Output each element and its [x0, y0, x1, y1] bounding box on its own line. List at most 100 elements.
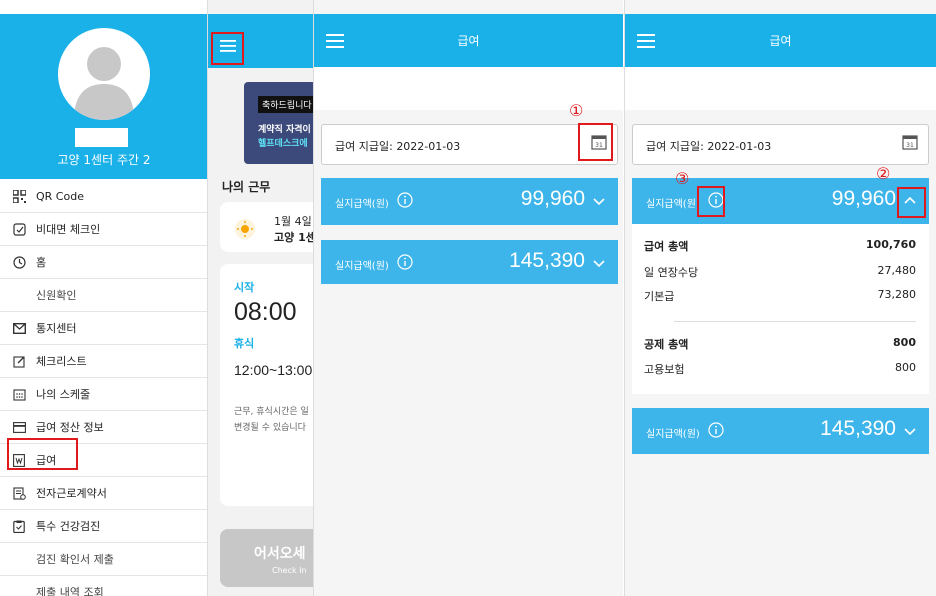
profile-header: 고양 1센터 주간 2 [0, 14, 207, 179]
pay-panel-expanded: 급여 급여 지급일: 2022-01-03 31 실지급액(원) 99,960 … [624, 0, 936, 596]
amount-label: 실지급액(원) [335, 261, 389, 272]
pay-date-value: 2022-01-03 [396, 140, 461, 153]
work-time-card: 시작 08:00 휴식 12:00~13:00 근무, 휴식시간은 일 변경될 … [220, 264, 313, 506]
overtime-value: 27,480 [877, 264, 917, 277]
work-location: 고양 1센 [274, 231, 313, 244]
break-label: 휴식 [234, 337, 255, 350]
sidebar-item-qr-code[interactable]: QR Code [0, 180, 207, 213]
insurance-row: 고용보험 800 [644, 361, 916, 377]
overtime-label: 일 연장수당 [644, 266, 699, 279]
start-time: 08:00 [234, 298, 297, 326]
sidebar-item-label: 통지센터 [36, 322, 77, 335]
gross-row: 급여 총액 100,760 [644, 238, 916, 254]
today-card[interactable]: 1월 4일 고양 1센 [220, 202, 313, 252]
sidebar-item-label: QR Code [36, 189, 84, 203]
info-icon[interactable] [397, 192, 413, 208]
sidebar-item-notifications[interactable]: 통지센터 [0, 312, 207, 345]
banner-line1: 계약직 자격이 [258, 125, 311, 135]
base-value: 73,280 [877, 288, 917, 301]
checkin-sub: Check In [272, 566, 307, 575]
sidebar-item-label: 나의 스케줄 [36, 388, 91, 401]
sidebar-item-label: 전자근로계약서 [36, 487, 107, 500]
highlight-pay-menu [7, 438, 78, 470]
sidebar-menu: QR Code 비대면 체크인 홈 신원확인 통지센터 체크리스트 나의 스케줄… [0, 180, 207, 596]
amount-bar-2[interactable]: 실지급액(원) 145,390 [321, 240, 618, 284]
page-title: 급여 [457, 34, 480, 48]
amount-label: 실지급액(원) [335, 199, 389, 210]
sidebar-item-label: 검진 확인서 제출 [36, 553, 114, 566]
sidebar-item-checklist[interactable]: 체크리스트 [0, 345, 207, 378]
sidebar-item-submit-certificate[interactable]: 검진 확인서 제출 [0, 543, 207, 576]
highlight-calendar [578, 123, 613, 161]
sidebar-item-checkin[interactable]: 비대면 체크인 [0, 213, 207, 246]
amount-value: 99,960 [831, 187, 896, 210]
sidebar-item-label: 급여 정산 정보 [36, 421, 104, 434]
banner-tag: 축하드립니다 [258, 96, 313, 113]
amount-value: 145,390 [820, 417, 896, 440]
gross-value: 100,760 [865, 238, 916, 251]
sidebar-item-submission-history[interactable]: 제출 내역 조회 [0, 576, 207, 596]
amount-bar-1[interactable]: 실지급액(원) 99,960 [321, 178, 618, 225]
highlight-chevron [897, 187, 926, 218]
base-row: 기본급 73,280 [644, 288, 916, 304]
sidebar-item-health-check[interactable]: 특수 건강검진 [0, 510, 207, 543]
promo-banner[interactable]: 축하드립니다 계약직 자격이 헬프데스크에 [244, 82, 313, 164]
start-label: 시작 [234, 281, 255, 294]
note-line2: 변경될 수 있습니다 [234, 423, 306, 433]
pay-date-value: 2022-01-03 [707, 140, 772, 153]
sidebar-item-label: 비대면 체크인 [36, 223, 101, 236]
sidebar-item-schedule[interactable]: 나의 스케줄 [0, 378, 207, 411]
work-date: 1월 4일 [274, 215, 312, 228]
user-name-redacted [75, 128, 128, 147]
marker-2: ② [876, 164, 891, 183]
amount-bar-2[interactable]: 실지급액(원) 145,390 [632, 408, 929, 454]
break-time: 12:00~13:00 [234, 362, 313, 378]
gross-label: 급여 총액 [644, 240, 689, 253]
header-spacer [625, 67, 936, 110]
svg-text:31: 31 [906, 142, 914, 149]
chevron-down-icon[interactable] [592, 256, 606, 270]
insurance-value: 800 [895, 361, 916, 374]
my-work-title: 나의 근무 [222, 180, 271, 194]
sidebar-item-label: 신원확인 [36, 289, 77, 302]
pay-date-label: 급여 지급일: 2022-01-03 [646, 140, 772, 153]
contract-icon [12, 486, 26, 500]
avatar [58, 28, 150, 120]
center-name: 고양 1센터 주간 2 [57, 153, 151, 167]
sun-icon [235, 219, 255, 239]
home-panel: 축하드립니다 계약직 자격이 헬프데스크에 나의 근무 1월 4일 고양 1센 … [208, 0, 313, 596]
page-title: 급여 [769, 34, 792, 48]
pay-date-field[interactable]: 급여 지급일: 2022-01-03 31 [632, 124, 929, 165]
amount-label: 실지급액(원) [646, 199, 700, 210]
note-line1: 근무, 휴식시간은 일 [234, 407, 309, 417]
pay-header: 급여 [625, 14, 936, 67]
deduct-row: 공제 총액 800 [644, 336, 916, 352]
mail-icon [12, 321, 26, 335]
base-label: 기본급 [644, 290, 675, 303]
divider [674, 321, 916, 322]
marker-1: ① [569, 101, 584, 120]
amount-value: 99,960 [520, 187, 585, 210]
highlight-menu-button [211, 32, 244, 65]
sidebar-item-contract[interactable]: 전자근로계약서 [0, 477, 207, 510]
pay-detail-panel: 급여 총액 100,760 일 연장수당 27,480 기본급 73,280 공제 총… [632, 224, 929, 394]
sidebar-item-label: 제출 내역 조회 [36, 586, 104, 596]
checkin-icon [12, 222, 26, 236]
amount-label: 실지급액(원) [646, 429, 700, 440]
marker-3: ③ [675, 169, 690, 188]
deduct-value: 800 [893, 336, 916, 349]
checkin-button[interactable]: 어서오세 Check In [220, 529, 313, 587]
info-icon[interactable] [708, 422, 724, 438]
calendar-icon[interactable]: 31 [902, 134, 918, 150]
sidebar-item-identity[interactable]: 신원확인 [0, 279, 207, 312]
overtime-row: 일 연장수당 27,480 [644, 264, 916, 280]
pay-header: 급여 [314, 14, 623, 67]
checkin-label: 어서오세 [254, 546, 306, 562]
chevron-down-icon[interactable] [592, 194, 606, 208]
info-icon[interactable] [397, 254, 413, 270]
sidebar-item-label: 홈 [36, 256, 47, 269]
pay-date-field[interactable]: 급여 지급일: 2022-01-03 31 [321, 124, 618, 165]
chevron-down-icon[interactable] [903, 424, 917, 438]
sidebar-item-label: 특수 건강검진 [36, 520, 101, 533]
sidebar-item-home[interactable]: 홈 [0, 246, 207, 279]
